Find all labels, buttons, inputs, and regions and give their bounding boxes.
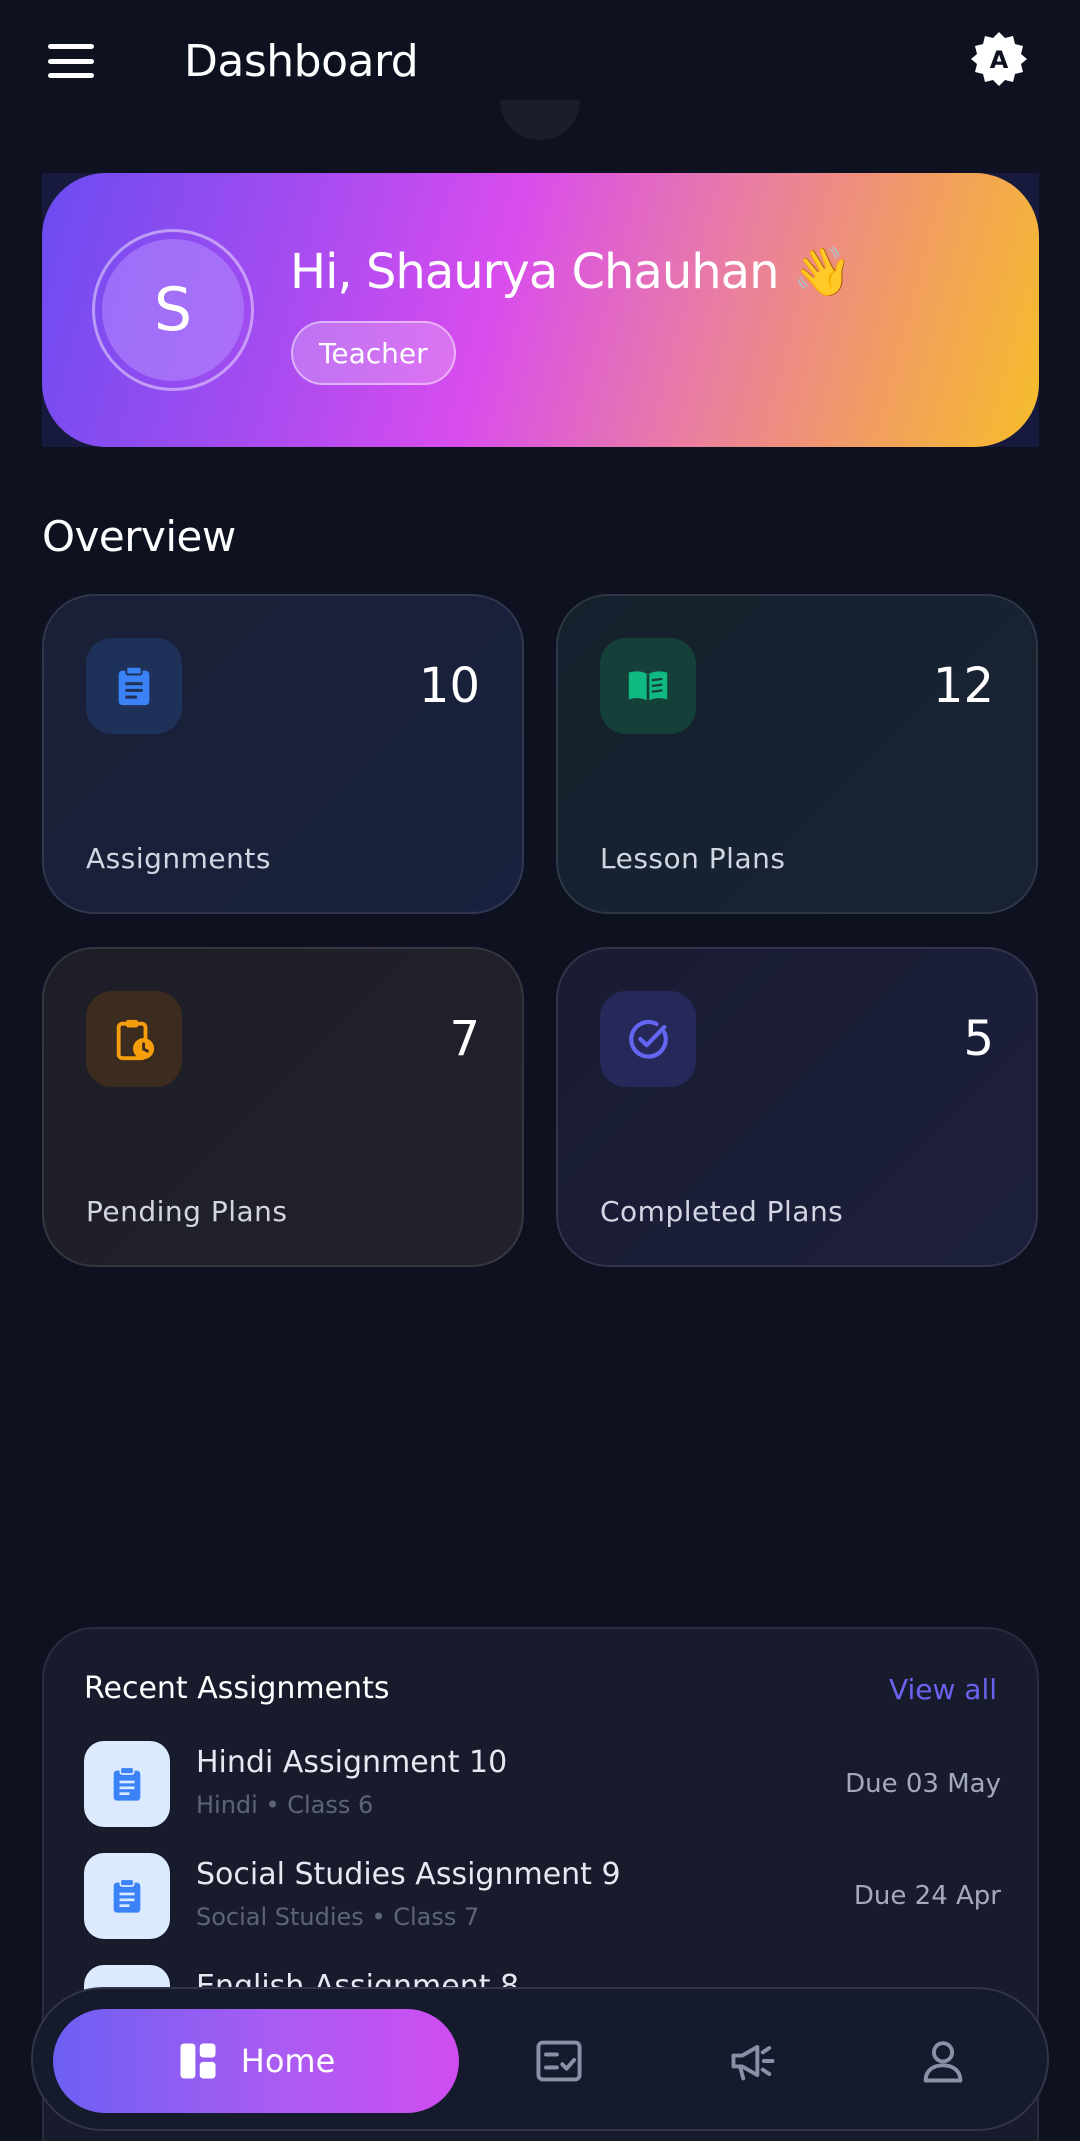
view-all-link[interactable]: View all [889,1673,997,1706]
clipboard-clock-icon [86,991,182,1087]
pull-indicator [500,100,580,140]
assignments-label: Assignments [86,842,271,875]
profile-icon[interactable] [915,2033,971,2089]
assignment-title: Hindi Assignment 10 [196,1745,508,1780]
lesson-plans-label: Lesson Plans [600,842,786,875]
nav-home-button[interactable]: Home [53,2009,459,2113]
list-item[interactable]: Hindi Assignment 10 Hindi • Class 6 Due … [84,1741,1001,1829]
greeting-text: Hi, Shaurya Chauhan 👋 [290,244,853,300]
clipboard-icon [86,638,182,734]
assignment-title: Social Studies Assignment 9 [196,1857,621,1892]
svg-text:A: A [990,46,1009,74]
overview-title: Overview [42,512,236,561]
pending-plans-card[interactable]: 7 Pending Plans [42,947,524,1267]
book-icon [600,638,696,734]
bottom-navigation: Home [31,1987,1049,2131]
assignments-count: 10 [418,658,480,714]
pending-plans-label: Pending Plans [86,1195,288,1228]
page-title: Dashboard [184,36,419,87]
assignments-card[interactable]: 10 Assignments [42,594,524,914]
assignment-due-date: Due 03 May [845,1769,1001,1799]
clipboard-icon [84,1741,170,1827]
megaphone-icon[interactable] [725,2033,781,2089]
completed-plans-count: 5 [963,1011,994,1067]
clipboard-icon [84,1853,170,1939]
role-badge: Teacher [291,321,456,385]
avatar-initial: S [102,239,244,381]
lesson-plans-count: 12 [932,658,994,714]
nav-home-label: Home [240,2042,336,2080]
account-badge-icon[interactable]: A [970,30,1028,88]
menu-icon[interactable] [48,44,94,78]
home-icon [180,2043,216,2079]
profile-hero-card: S Hi, Shaurya Chauhan 👋 Teacher [42,173,1039,447]
avatar[interactable]: S [92,229,254,391]
list-item[interactable]: Social Studies Assignment 9 Social Studi… [84,1853,1001,1941]
completed-plans-card[interactable]: 5 Completed Plans [556,947,1038,1267]
lesson-plans-card[interactable]: 12 Lesson Plans [556,594,1038,914]
check-circle-icon [600,991,696,1087]
completed-plans-label: Completed Plans [600,1195,844,1228]
assignment-due-date: Due 24 Apr [853,1881,1001,1911]
assignment-subtitle: Social Studies • Class 7 [196,1903,480,1931]
pending-plans-count: 7 [449,1011,480,1067]
recent-assignments-title: Recent Assignments [84,1671,390,1706]
assignment-subtitle: Hindi • Class 6 [196,1791,374,1819]
tasks-icon[interactable] [531,2033,587,2089]
